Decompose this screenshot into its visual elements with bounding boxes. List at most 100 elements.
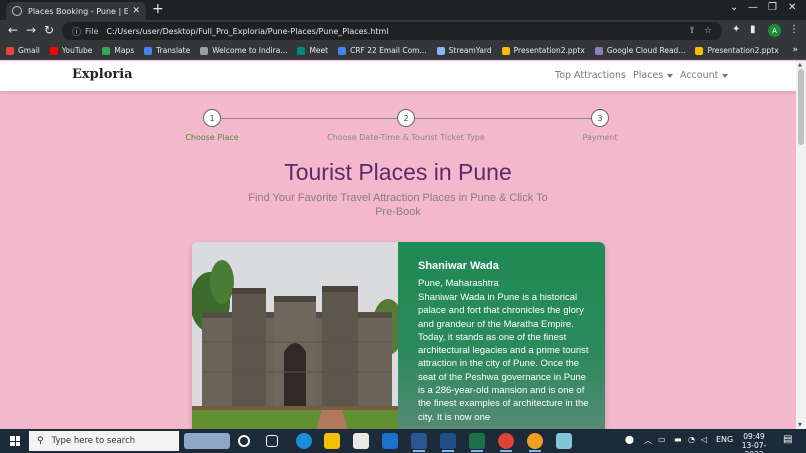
place-image xyxy=(192,242,398,429)
step-2-label: Choose Date-Time & Tourist Ticket Type xyxy=(327,133,485,142)
tray-expand-icon[interactable]: ︿ xyxy=(644,435,652,446)
taskbar-clock[interactable]: 09:49 13-07-2022 xyxy=(736,432,772,453)
bookmark-item[interactable]: CRF 22 Email Com... xyxy=(338,46,427,55)
visual-studio-icon[interactable] xyxy=(440,433,456,452)
bookmark-favicon-icon xyxy=(695,46,704,55)
fort-illustration xyxy=(192,242,398,429)
bookmark-label: Gmail xyxy=(18,46,40,55)
bookmark-favicon-icon xyxy=(338,46,347,55)
side-panel-icon[interactable]: ▮ xyxy=(750,24,756,35)
bookmark-favicon-icon xyxy=(501,46,510,55)
store-icon[interactable] xyxy=(353,433,369,449)
profile-avatar[interactable]: A xyxy=(768,24,781,37)
close-tab-icon[interactable]: ✕ xyxy=(132,6,140,16)
python-icon[interactable]: ⬤ xyxy=(625,435,634,444)
bookmark-favicon-icon xyxy=(49,46,58,55)
bookmark-star-icon[interactable]: ☆ xyxy=(704,26,712,36)
bookmarks-overflow-icon[interactable]: » xyxy=(792,45,798,55)
bookmark-item[interactable]: YouTube xyxy=(49,46,92,55)
close-window-icon[interactable]: ✕ xyxy=(788,2,796,13)
chrome-active-icon[interactable] xyxy=(527,433,543,452)
tab-search-icon[interactable]: ⌄ xyxy=(730,2,738,13)
globe-icon xyxy=(12,6,22,16)
place-card-body: Shaniwar Wada Pune, Maharashtra Shaniwar… xyxy=(398,242,605,429)
task-view-icon[interactable] xyxy=(266,435,278,447)
site-navbar: Exploria Top Attractions Places Account xyxy=(0,61,796,91)
chrome-icon[interactable] xyxy=(498,433,514,452)
notification-icon[interactable]: ▤ xyxy=(783,434,792,445)
web-page: Exploria Top Attractions Places Account … xyxy=(0,61,796,429)
bookmark-favicon-icon xyxy=(297,46,306,55)
wifi-icon[interactable]: ◔ xyxy=(688,435,695,444)
bookmark-item[interactable]: Presentation2.pptx xyxy=(695,46,779,55)
file-explorer-icon[interactable] xyxy=(324,433,340,449)
battery-icon[interactable]: ▬ xyxy=(674,435,682,444)
back-icon[interactable]: ← xyxy=(8,23,18,37)
bookmark-item[interactable]: StreamYard xyxy=(436,46,492,55)
scroll-up-icon[interactable]: ▲ xyxy=(798,62,802,68)
taskbar-search-placeholder: Type here to search xyxy=(51,436,136,446)
bookmark-item[interactable]: Translate xyxy=(144,46,190,55)
excel-icon[interactable] xyxy=(469,433,485,452)
file-scheme-label: File xyxy=(85,26,99,36)
bookmark-label: Presentation2.pptx xyxy=(513,46,585,55)
bookmark-item[interactable]: Gmail xyxy=(6,46,40,55)
forward-icon[interactable]: → xyxy=(26,23,36,37)
step-2-circle: 2 xyxy=(397,109,415,127)
nav-places-label: Places xyxy=(633,70,664,81)
site-brand[interactable]: Exploria xyxy=(72,67,133,82)
browser-toolbar: ← → ↻ ⓘ File C:/Users/user/Desktop/Full_… xyxy=(0,20,806,42)
nav-account-label: Account xyxy=(680,70,719,81)
weather-widget-icon[interactable] xyxy=(184,433,230,449)
nav-places-dropdown[interactable]: Places xyxy=(633,70,674,81)
app-icon-2[interactable] xyxy=(556,433,572,449)
step-3-label: Payment xyxy=(582,133,618,142)
page-scrollbar[interactable]: ▲ ▼ xyxy=(796,61,806,429)
bookmark-favicon-icon xyxy=(102,46,111,55)
bookmark-item[interactable]: Maps xyxy=(102,46,134,55)
caret-down-icon xyxy=(667,73,674,78)
scroll-down-icon[interactable]: ▼ xyxy=(798,422,802,428)
bookmark-favicon-icon xyxy=(436,46,445,55)
page-subtitle: Find Your Favorite Travel Attraction Pla… xyxy=(248,192,548,218)
taskbar-search-box[interactable]: ⚲ Type here to search xyxy=(29,431,179,451)
scroll-thumb[interactable] xyxy=(798,69,804,145)
browser-tab[interactable]: Places Booking - Pune | Exploria ✕ xyxy=(6,2,146,20)
address-bar[interactable]: ⓘ File C:/Users/user/Desktop/Full_Pro_Ex… xyxy=(62,22,722,40)
bookmark-favicon-icon xyxy=(594,46,603,55)
menu-kebab-icon[interactable]: ⋮ xyxy=(789,24,799,35)
bookmark-label: Presentation2.pptx xyxy=(707,46,779,55)
info-icon[interactable]: ⓘ xyxy=(72,25,81,38)
nav-top-attractions[interactable]: Top Attractions xyxy=(555,70,626,81)
maximize-icon[interactable]: ❐ xyxy=(768,2,777,13)
edge-icon[interactable] xyxy=(296,433,312,449)
page-title: Tourist Places in Pune xyxy=(284,159,512,185)
bookmark-item[interactable]: Meet xyxy=(297,46,328,55)
bookmark-item[interactable]: Google Cloud Read... xyxy=(594,46,685,55)
place-title: Shaniwar Wada xyxy=(418,260,499,272)
place-card-shaniwar-wada[interactable]: Shaniwar Wada Pune, Maharashtra Shaniwar… xyxy=(192,242,605,429)
app-icon-1[interactable] xyxy=(411,433,427,452)
share-icon[interactable]: ⇪ xyxy=(688,26,696,36)
windows-start-icon[interactable] xyxy=(10,436,20,446)
bookmarks-bar: Gmail YouTube Maps Translate Welcome to Indi… xyxy=(0,42,806,60)
new-tab-button[interactable]: + xyxy=(152,2,164,16)
mail-icon[interactable] xyxy=(382,433,398,449)
minimize-icon[interactable]: — xyxy=(748,2,758,13)
url-text[interactable]: C:/Users/user/Desktop/Full_Pro_Exploria/… xyxy=(106,27,388,36)
nav-account-dropdown[interactable]: Account xyxy=(680,70,729,81)
stepper-connector xyxy=(415,118,591,119)
bookmark-item[interactable]: Welcome to Indira... xyxy=(200,46,287,55)
language-indicator[interactable]: ENG xyxy=(716,435,733,444)
bookmark-label: Maps xyxy=(114,46,135,55)
extensions-icon[interactable]: ✦ xyxy=(732,24,740,35)
volume-icon[interactable]: ◁ xyxy=(701,435,707,444)
bookmark-item[interactable]: Presentation2.pptx xyxy=(501,46,585,55)
bookmark-label: Translate xyxy=(156,46,191,55)
bookmark-label: CRF 22 Email Com... xyxy=(350,46,427,55)
cortana-icon[interactable] xyxy=(238,435,250,447)
step-1-circle: 1 xyxy=(203,109,221,127)
reload-icon[interactable]: ↻ xyxy=(44,23,54,37)
meet-now-icon[interactable]: ▭ xyxy=(658,435,666,444)
booking-stepper: 1 2 3 Choose Place Choose Date-Time & To… xyxy=(0,109,796,149)
